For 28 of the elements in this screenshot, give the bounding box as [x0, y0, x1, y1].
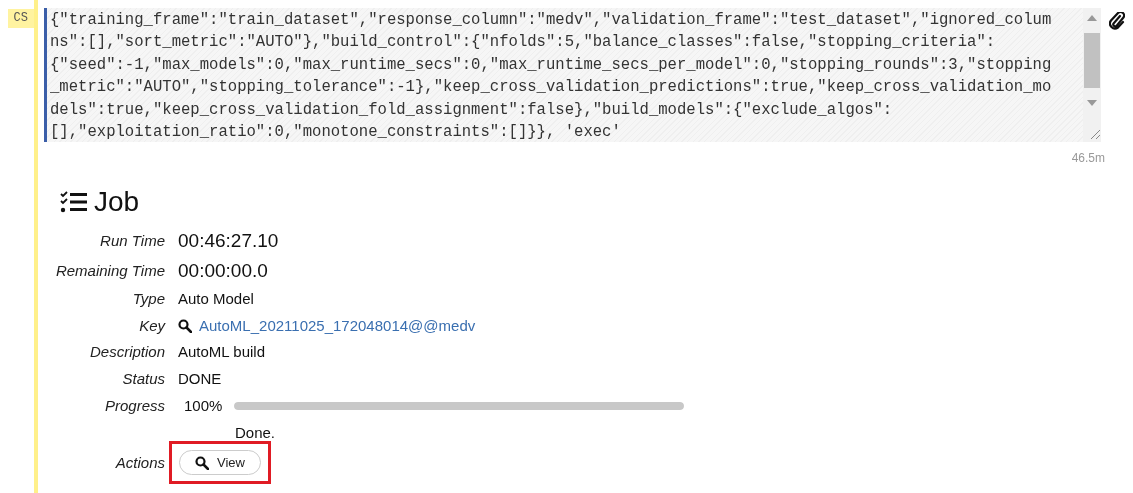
search-icon: [178, 318, 192, 333]
field-value: Auto Model: [178, 289, 254, 309]
field-label: Actions: [115, 452, 165, 473]
field-value: 00:00:00.0: [178, 259, 269, 283]
search-icon: [195, 455, 209, 470]
field-label: Key: [139, 315, 165, 336]
field-label: Status: [122, 368, 165, 389]
field-label: Remaining Time: [55, 261, 165, 281]
progress-message: Done.: [235, 423, 276, 443]
key-link[interactable]: AutoML_20211025_172048014@@medv: [199, 314, 476, 337]
field-label: Type: [132, 289, 165, 309]
scroll-down-icon[interactable]: [1087, 100, 1097, 106]
view-button[interactable]: View: [179, 450, 261, 475]
progress-percent: 100%: [184, 395, 223, 416]
cell-prompt: CS: [7, 9, 34, 28]
field-label: Progress: [104, 396, 165, 416]
section-title: Job: [94, 185, 140, 219]
field-value: 00:46:27.10: [178, 229, 280, 253]
field-label: Description: [89, 342, 165, 362]
field-value: DONE: [178, 368, 222, 389]
scroll-up-icon[interactable]: [1087, 15, 1097, 21]
field-value: AutoML build: [178, 342, 265, 362]
checklist-icon: [60, 191, 88, 213]
resize-handle-icon[interactable]: [1089, 128, 1101, 140]
elapsed-time: 46.5m: [1071, 150, 1105, 167]
field-label: Run Time: [100, 231, 165, 251]
scrollbar[interactable]: [1083, 8, 1101, 142]
paperclip-icon[interactable]: [1109, 12, 1125, 30]
